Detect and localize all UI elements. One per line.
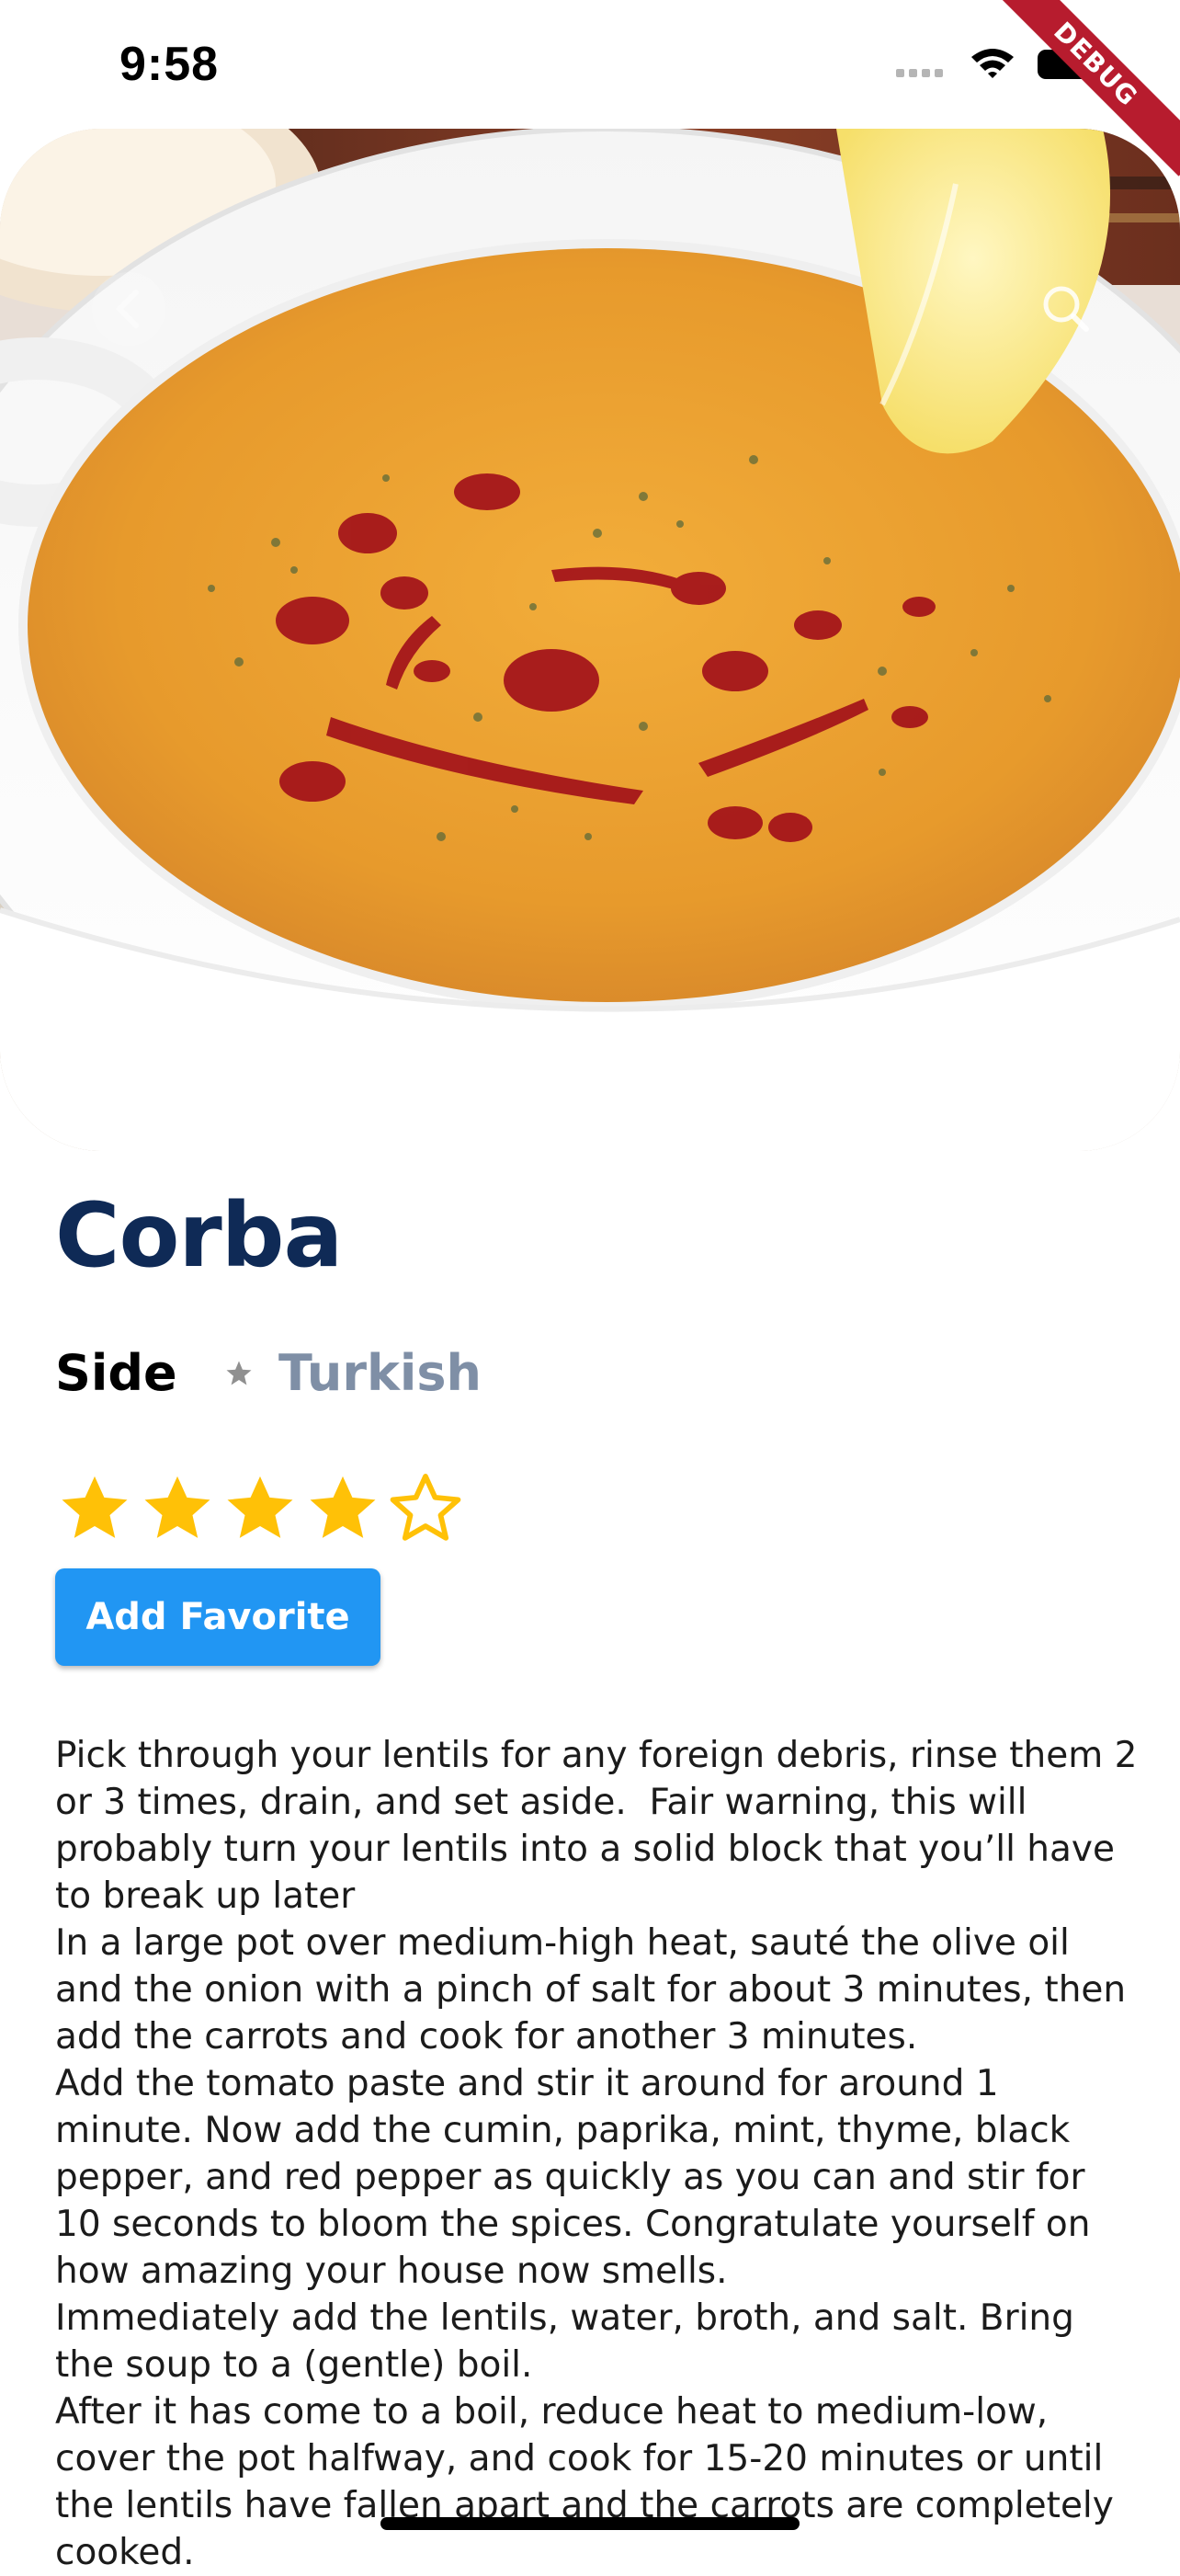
star-empty-icon[interactable] xyxy=(386,1469,465,1548)
back-button[interactable] xyxy=(92,272,165,346)
star-filled-icon[interactable] xyxy=(55,1469,134,1548)
meal-title: Corba xyxy=(55,1184,343,1287)
back-icon xyxy=(115,290,139,328)
meal-area: Turkish xyxy=(278,1344,482,1402)
add-favorite-button[interactable]: Add Favorite xyxy=(55,1568,380,1666)
star-filled-icon[interactable] xyxy=(303,1469,382,1548)
status-time: 9:58 xyxy=(119,38,220,91)
search-icon xyxy=(1043,286,1089,332)
soup-photo xyxy=(0,129,1180,1151)
star-filled-icon[interactable] xyxy=(138,1469,217,1548)
home-indicator xyxy=(380,2517,800,2530)
meal-category: Side xyxy=(55,1344,177,1402)
separator-star-icon xyxy=(226,1361,252,1385)
cellular-signal-icon xyxy=(896,69,943,77)
meal-instructions: Pick through your lentils for any foreig… xyxy=(55,1735,1138,2573)
meal-hero-image xyxy=(0,129,1180,1151)
search-button[interactable] xyxy=(1029,272,1103,346)
star-filled-icon[interactable] xyxy=(221,1469,300,1548)
